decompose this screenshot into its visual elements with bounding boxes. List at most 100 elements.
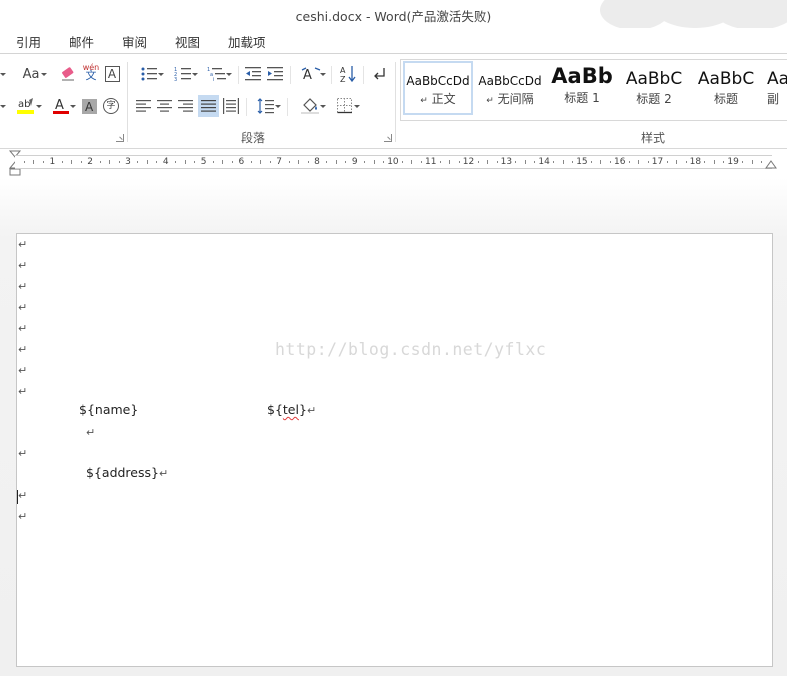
paragraph-dialog-launcher[interactable]	[384, 134, 392, 142]
chinese-layout-button[interactable]: A	[296, 64, 326, 84]
ruler-number: 3	[125, 157, 131, 167]
ruler-tick	[591, 161, 592, 163]
align-right-button[interactable]	[176, 96, 196, 116]
styles-gallery: AaBbCcDd ↵ 正文 AaBbCcDd ↵ 无间隔 AaBb 标题 1 A…	[400, 59, 787, 121]
style-no-spacing-mark: ↵	[486, 96, 494, 106]
ruler-tick	[647, 161, 649, 163]
ruler-number: 12	[462, 157, 475, 167]
svg-text:i: i	[213, 77, 214, 82]
shrink-dropdown-tail[interactable]	[0, 96, 6, 116]
ruler-number: 1	[49, 157, 56, 167]
sort-button[interactable]: A Z	[338, 64, 358, 84]
borders-button[interactable]	[330, 96, 360, 116]
paragraph-mark: ↵	[18, 364, 28, 377]
tel-suffix: }	[298, 402, 307, 417]
ruler-tick	[345, 161, 347, 163]
style-title[interactable]: AaBbC 标题	[691, 62, 761, 118]
highlighter-icon: ab	[17, 98, 34, 114]
font-color-button[interactable]: A	[46, 96, 76, 116]
ruler-tick	[137, 161, 139, 163]
character-border-button[interactable]: A	[103, 64, 121, 84]
phonetic-guide-button[interactable]: wén 文	[81, 62, 101, 82]
ruler-tick	[269, 161, 271, 163]
ruler-tick	[307, 161, 309, 163]
font-size-dropdown-tail[interactable]	[0, 64, 6, 84]
line-spacing-icon	[257, 98, 274, 114]
increase-indent-button[interactable]	[265, 64, 285, 84]
ruler-number: 16	[614, 157, 626, 167]
svg-text:A: A	[303, 68, 312, 82]
align-center-button[interactable]	[155, 96, 175, 116]
style-normal[interactable]: AaBbCcDd ↵ 正文	[403, 61, 473, 115]
style-heading-1-sample: AaBb	[551, 64, 613, 88]
ribbon-tabs: 引用 邮件 审阅 视图 加载项	[0, 28, 787, 54]
ruler-tick	[751, 160, 753, 164]
highlight-color-button[interactable]: ab	[10, 96, 42, 116]
ruler-number: 7	[276, 157, 283, 167]
paragraph-mark: ↵	[18, 385, 28, 398]
ruler-tick	[61, 161, 63, 163]
ruler-tick	[704, 161, 706, 163]
ruler-tick	[600, 160, 602, 164]
ruler-tick	[685, 161, 687, 163]
toolbar-separator	[331, 66, 332, 84]
ruler-tick	[534, 161, 536, 163]
ruler-tick	[676, 160, 678, 164]
toolbar-separator	[363, 66, 364, 84]
ruler-tick	[628, 161, 630, 163]
line-spacing-button[interactable]	[251, 96, 281, 116]
justify-button[interactable]	[198, 95, 219, 117]
ruler-tick	[222, 160, 224, 164]
document-page[interactable]: http://blog.csdn.net/yflxc ↵ ↵ ↵ ↵ ↵ ↵ ↵…	[16, 233, 773, 667]
ruler-tick	[109, 160, 111, 164]
ruler-number: 4	[162, 157, 169, 167]
style-subtitle[interactable]: Aa 副	[763, 62, 787, 118]
decrease-indent-button[interactable]	[243, 64, 263, 84]
right-indent-marker-icon[interactable]	[764, 159, 778, 171]
shading-button[interactable]	[294, 96, 326, 116]
distributed-button[interactable]	[221, 96, 241, 116]
clear-formatting-button[interactable]	[58, 64, 78, 84]
enclose-characters-button[interactable]: 字	[102, 96, 120, 116]
ruler-tick	[24, 161, 25, 163]
show-hide-marks-button[interactable]	[370, 64, 388, 84]
align-left-button[interactable]	[134, 96, 154, 116]
paragraph-mark: ↵	[18, 343, 28, 356]
tab-review[interactable]: 审阅	[122, 32, 147, 51]
svg-text:3: 3	[174, 77, 177, 82]
ruler-number: 8	[314, 157, 320, 167]
tab-view[interactable]: 视图	[175, 32, 200, 51]
paragraph-mark: ↵	[18, 447, 28, 460]
ruler-tick	[146, 160, 148, 164]
multilevel-list-button[interactable]: 1 a i	[202, 64, 232, 84]
horizontal-ruler[interactable]: 1 2 3 4 5 6 7 8 9 10 11 12 13 14 15 16 17 18 19	[0, 149, 787, 177]
ruler-number: 6	[238, 157, 245, 167]
font-dialog-launcher[interactable]	[116, 134, 124, 142]
change-case-button[interactable]: Aa	[14, 64, 48, 84]
ruler-tick	[666, 161, 668, 163]
style-heading-1[interactable]: AaBb 标题 1	[547, 62, 617, 118]
character-shading-button[interactable]: A	[80, 96, 98, 116]
ruler-number: 5	[200, 157, 207, 167]
ruler-tick	[364, 161, 366, 163]
tab-mailings[interactable]: 邮件	[69, 32, 94, 51]
style-no-spacing[interactable]: AaBbCcDd ↵ 无间隔	[475, 62, 545, 118]
ruler-tick	[411, 160, 413, 164]
paragraph-mark: ↵	[18, 280, 28, 293]
ruler-tick	[42, 161, 44, 163]
watermark-text: http://blog.csdn.net/yflxc	[275, 340, 547, 359]
ruler-tick	[231, 161, 233, 163]
tab-references[interactable]: 引用	[16, 32, 41, 51]
style-title-name: 标题	[713, 92, 738, 106]
styles-group-label: 样式	[641, 131, 666, 145]
tab-addins[interactable]: 加载项	[228, 32, 266, 51]
ruler-number: 15	[576, 157, 588, 167]
ruler-tick	[487, 160, 489, 164]
bullets-button[interactable]	[134, 64, 164, 84]
style-heading-2[interactable]: AaBbC 标题 2	[619, 62, 689, 118]
ruler-tick	[326, 161, 328, 163]
numbering-button[interactable]: 1 2 3	[168, 64, 198, 84]
style-normal-sample: AaBbCcDd	[406, 74, 470, 88]
character-border-icon: A	[104, 66, 120, 82]
paragraph-mark: ↵	[18, 259, 28, 272]
